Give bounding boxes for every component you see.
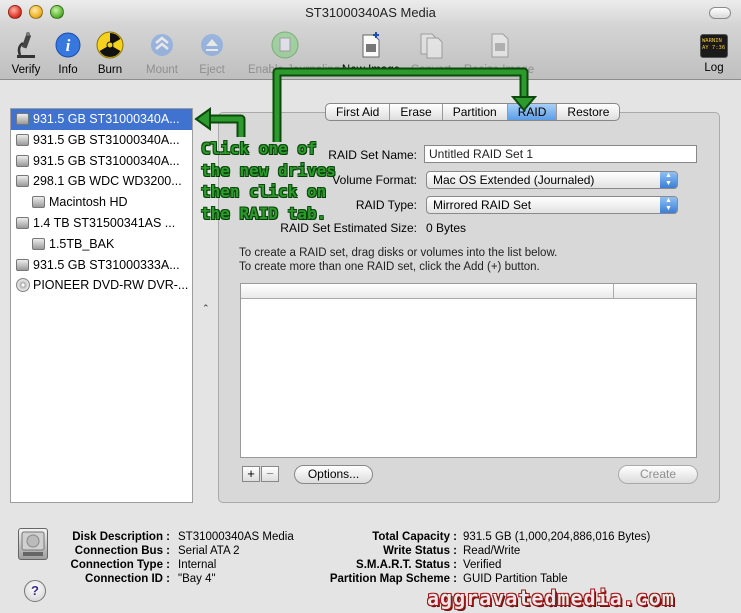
arrow-to-tab — [272, 67, 529, 142]
tutorial-annotation: Click one of the new drives then click o… — [201, 139, 336, 223]
arrow-head-left — [194, 107, 211, 131]
arrow-to-sidebar — [206, 114, 246, 137]
arrow-head-down — [510, 96, 538, 112]
annotation-arrows — [194, 67, 538, 142]
